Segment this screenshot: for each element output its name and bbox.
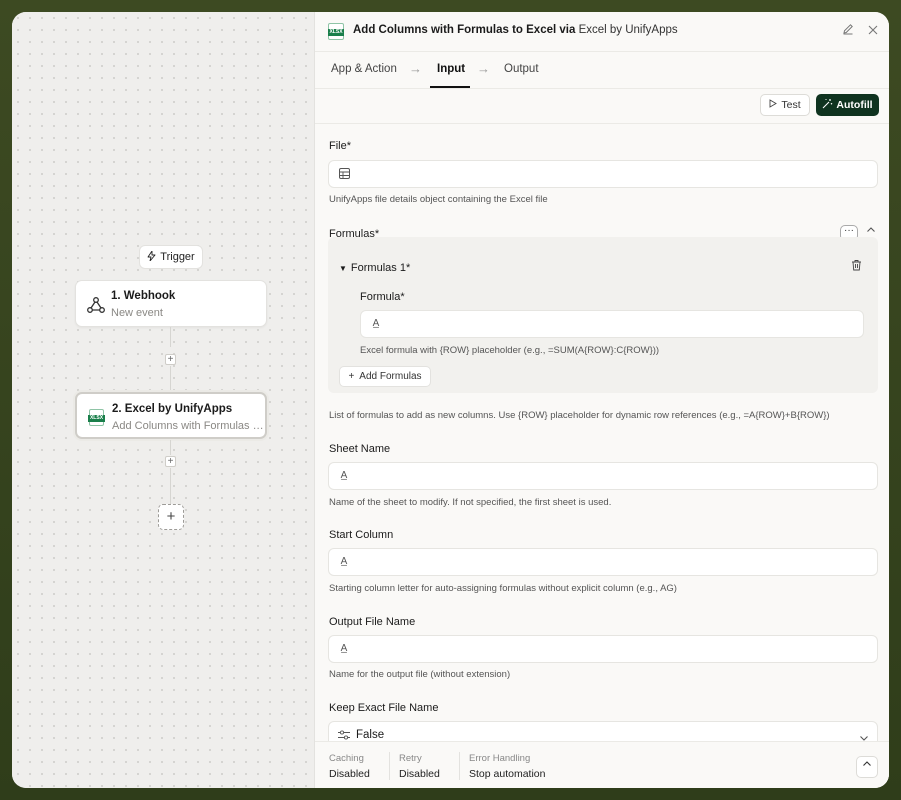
excel-xlsx-icon: XLSX <box>86 407 108 429</box>
connector-line <box>170 440 171 455</box>
output-file-name-input[interactable]: A̲ <box>328 635 878 663</box>
formulas-help: List of formulas to add as new columns. … <box>329 410 830 421</box>
play-icon <box>769 99 778 111</box>
tab-input[interactable]: Input <box>437 63 465 75</box>
panel-toolbar: Test Autofill <box>315 89 889 124</box>
app-window: Trigger 1. Webhook New event + XLSX 2. E… <box>12 12 889 788</box>
arrow-right-icon: → <box>409 61 422 76</box>
add-node-button[interactable]: + <box>158 504 184 530</box>
formulas-item-toggle[interactable]: ▼ Formulas 1* <box>339 262 410 274</box>
trigger-label: Trigger <box>160 251 195 263</box>
start-column-label: Start Column <box>329 529 394 541</box>
node-title: 2. Excel by UnifyApps <box>112 403 233 415</box>
lightning-icon <box>147 250 156 264</box>
output-file-name-help: Name for the output file (without extens… <box>329 669 511 680</box>
tab-app-action[interactable]: App & Action <box>331 63 397 75</box>
keep-exact-label: Keep Exact File Name <box>329 702 439 714</box>
workflow-node-excel[interactable]: XLSX 2. Excel by UnifyApps Add Columns w… <box>75 392 267 439</box>
test-button[interactable]: Test <box>760 94 810 116</box>
tab-output[interactable]: Output <box>504 63 539 75</box>
divider <box>459 752 460 780</box>
connector-line <box>170 366 171 392</box>
caching-key: Caching <box>329 753 364 764</box>
node-title: 1. Webhook <box>111 290 176 302</box>
panel-header: XLSX Add Columns with Formulas to Excel … <box>315 12 889 52</box>
connector-line <box>170 468 171 504</box>
file-help: UnifyApps file details object containing… <box>329 194 548 205</box>
active-tab-indicator <box>430 86 470 88</box>
retry-value[interactable]: Disabled <box>399 768 440 780</box>
add-step-button[interactable]: + <box>165 456 176 467</box>
arrow-right-icon: → <box>477 61 490 76</box>
excel-xlsx-icon: XLSX <box>328 23 344 40</box>
node-subtitle: New event <box>111 307 163 319</box>
sheet-name-help: Name of the sheet to modify. If not spec… <box>329 497 612 508</box>
chevron-down-icon <box>859 730 869 741</box>
divider <box>389 752 390 780</box>
text-type-icon: A̲ <box>372 318 380 329</box>
panel-footer: Caching Disabled Retry Disabled Error Ha… <box>315 741 889 788</box>
connector-line <box>170 327 171 347</box>
workflow-node-webhook[interactable]: 1. Webhook New event <box>75 280 267 327</box>
start-column-input[interactable]: A̲ <box>328 548 878 576</box>
file-field[interactable] <box>328 160 878 188</box>
tab-bar: App & Action → Input → Output <box>315 52 889 89</box>
edit-pencil-icon[interactable] <box>840 23 856 39</box>
trash-icon[interactable] <box>848 259 864 275</box>
panel-title: Add Columns with Formulas to Excel via E… <box>353 24 678 36</box>
formula-label: Formula* <box>360 291 405 303</box>
plus-icon: + <box>348 371 355 382</box>
start-column-help: Starting column letter for auto-assignin… <box>329 583 677 594</box>
caching-value[interactable]: Disabled <box>329 768 370 780</box>
caret-down-icon: ▼ <box>339 264 347 273</box>
error-handling-key: Error Handling <box>469 753 531 764</box>
keep-exact-select[interactable]: False <box>328 721 878 741</box>
workflow-canvas[interactable]: Trigger 1. Webhook New event + XLSX 2. E… <box>12 12 314 788</box>
add-step-button[interactable]: + <box>165 354 176 365</box>
retry-key: Retry <box>399 753 422 764</box>
formula-help: Excel formula with {ROW} placeholder (e.… <box>360 345 660 356</box>
text-type-icon: A̲ <box>340 556 348 567</box>
file-label: File* <box>329 140 352 152</box>
error-handling-value[interactable]: Stop automation <box>469 768 545 780</box>
step-config-panel: XLSX Add Columns with Formulas to Excel … <box>314 12 889 788</box>
add-formulas-button[interactable]: + Add Formulas <box>339 366 431 387</box>
text-type-icon: A̲ <box>340 643 348 654</box>
autofill-button[interactable]: Autofill <box>816 94 879 116</box>
sheet-name-input[interactable]: A̲ <box>328 462 878 490</box>
node-subtitle: Add Columns with Formulas to Excel <box>112 420 264 432</box>
magic-wand-icon <box>822 98 833 112</box>
formula-input[interactable]: A̲ <box>360 310 864 338</box>
trigger-chip[interactable]: Trigger <box>139 245 203 269</box>
toggle-settings-icon <box>338 730 350 741</box>
text-type-icon: A̲ <box>340 470 348 481</box>
input-form: File* UnifyApps file details object cont… <box>315 124 889 741</box>
table-icon <box>338 168 350 180</box>
output-file-name-label: Output File Name <box>329 616 416 628</box>
webhook-icon <box>85 294 107 316</box>
keep-exact-value: False <box>356 729 385 741</box>
sheet-name-label: Sheet Name <box>329 443 391 455</box>
expand-footer-button[interactable] <box>856 756 878 778</box>
close-icon[interactable] <box>865 23 881 39</box>
